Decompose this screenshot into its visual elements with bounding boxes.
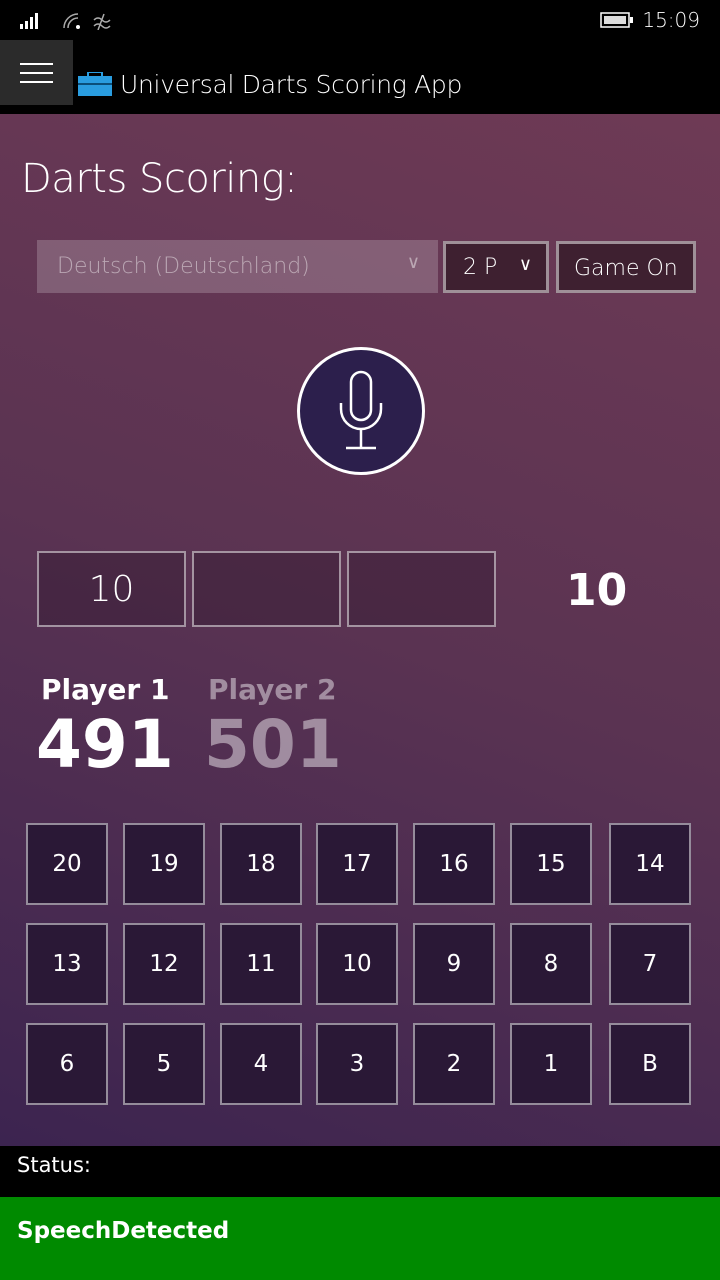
page-heading: Darts Scoring:: [21, 156, 298, 202]
battery-icon: [600, 12, 633, 28]
number-button-12[interactable]: 12: [123, 923, 205, 1005]
number-button-4[interactable]: 4: [220, 1023, 302, 1105]
number-button-7[interactable]: 7: [609, 923, 691, 1005]
player-1-score: 491: [36, 706, 174, 783]
hamburger-menu-button[interactable]: [0, 40, 73, 105]
players-value: 2 P: [463, 255, 498, 280]
number-button-10[interactable]: 10: [316, 923, 398, 1005]
number-button-17[interactable]: 17: [316, 823, 398, 905]
clock: 15:09: [642, 8, 700, 32]
number-button-5[interactable]: 5: [123, 1023, 205, 1105]
number-button-19[interactable]: 19: [123, 823, 205, 905]
number-button-9[interactable]: 9: [413, 923, 495, 1005]
language-select[interactable]: Deutsch (Deutschland) ∨: [37, 240, 438, 293]
microphone-button[interactable]: [297, 347, 425, 475]
number-button-B[interactable]: B: [609, 1023, 691, 1105]
number-button-2[interactable]: 2: [413, 1023, 495, 1105]
dart-2-score: [192, 551, 341, 627]
number-button-15[interactable]: 15: [510, 823, 592, 905]
chevron-down-icon: ∨: [406, 252, 420, 273]
status-value: SpeechDetected: [0, 1197, 720, 1280]
player-1-name: Player 1: [41, 673, 170, 706]
microphone-icon: [339, 370, 383, 450]
chevron-down-icon: ∨: [518, 254, 532, 275]
toolbox-icon: [78, 72, 112, 96]
dart-3-score: [347, 551, 496, 627]
player-2-name: Player 2: [208, 673, 337, 706]
number-button-8[interactable]: 8: [510, 923, 592, 1005]
number-button-1[interactable]: 1: [510, 1023, 592, 1105]
status-label: Status:: [17, 1153, 91, 1177]
language-value: Deutsch (Deutschland): [57, 254, 310, 279]
game-on-button[interactable]: Game On: [556, 241, 696, 293]
number-button-3[interactable]: 3: [316, 1023, 398, 1105]
dart-1-score: 10: [37, 551, 186, 627]
number-button-11[interactable]: 11: [220, 923, 302, 1005]
number-button-16[interactable]: 16: [413, 823, 495, 905]
players-select[interactable]: 2 P ∨: [443, 241, 549, 293]
number-button-18[interactable]: 18: [220, 823, 302, 905]
number-button-13[interactable]: 13: [26, 923, 108, 1005]
number-button-14[interactable]: 14: [609, 823, 691, 905]
round-total: 10: [566, 565, 628, 616]
player-2-score: 501: [204, 706, 342, 783]
signal-wifi-icons: [20, 13, 111, 30]
number-button-20[interactable]: 20: [26, 823, 108, 905]
number-button-6[interactable]: 6: [26, 1023, 108, 1105]
app-title: Universal Darts Scoring App: [120, 70, 463, 99]
system-status-bar: 15:09: [0, 0, 720, 40]
